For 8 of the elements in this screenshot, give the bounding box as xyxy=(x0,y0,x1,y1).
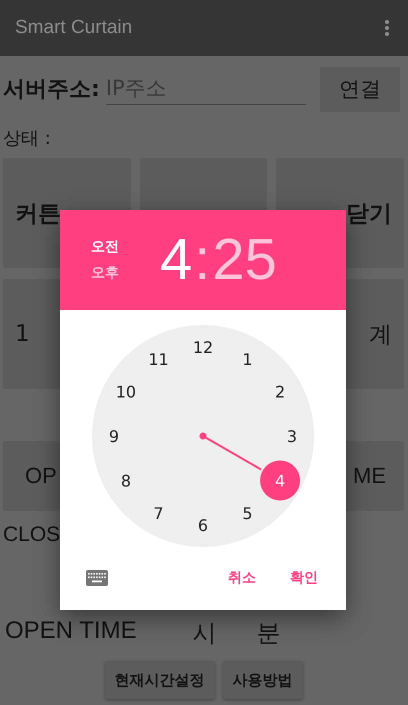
status-label: 상태 : xyxy=(3,127,52,150)
open-time-label: OPEN TIME xyxy=(5,617,137,646)
app-title: Smart Curtain xyxy=(15,17,134,39)
close-time-label: CLOS xyxy=(3,523,60,547)
minute-unit-label: 분 xyxy=(256,619,281,649)
hour-unit-label: 시 xyxy=(192,619,217,649)
time-separator: : xyxy=(193,231,212,289)
server-address-label: 서버주소: xyxy=(3,76,100,104)
